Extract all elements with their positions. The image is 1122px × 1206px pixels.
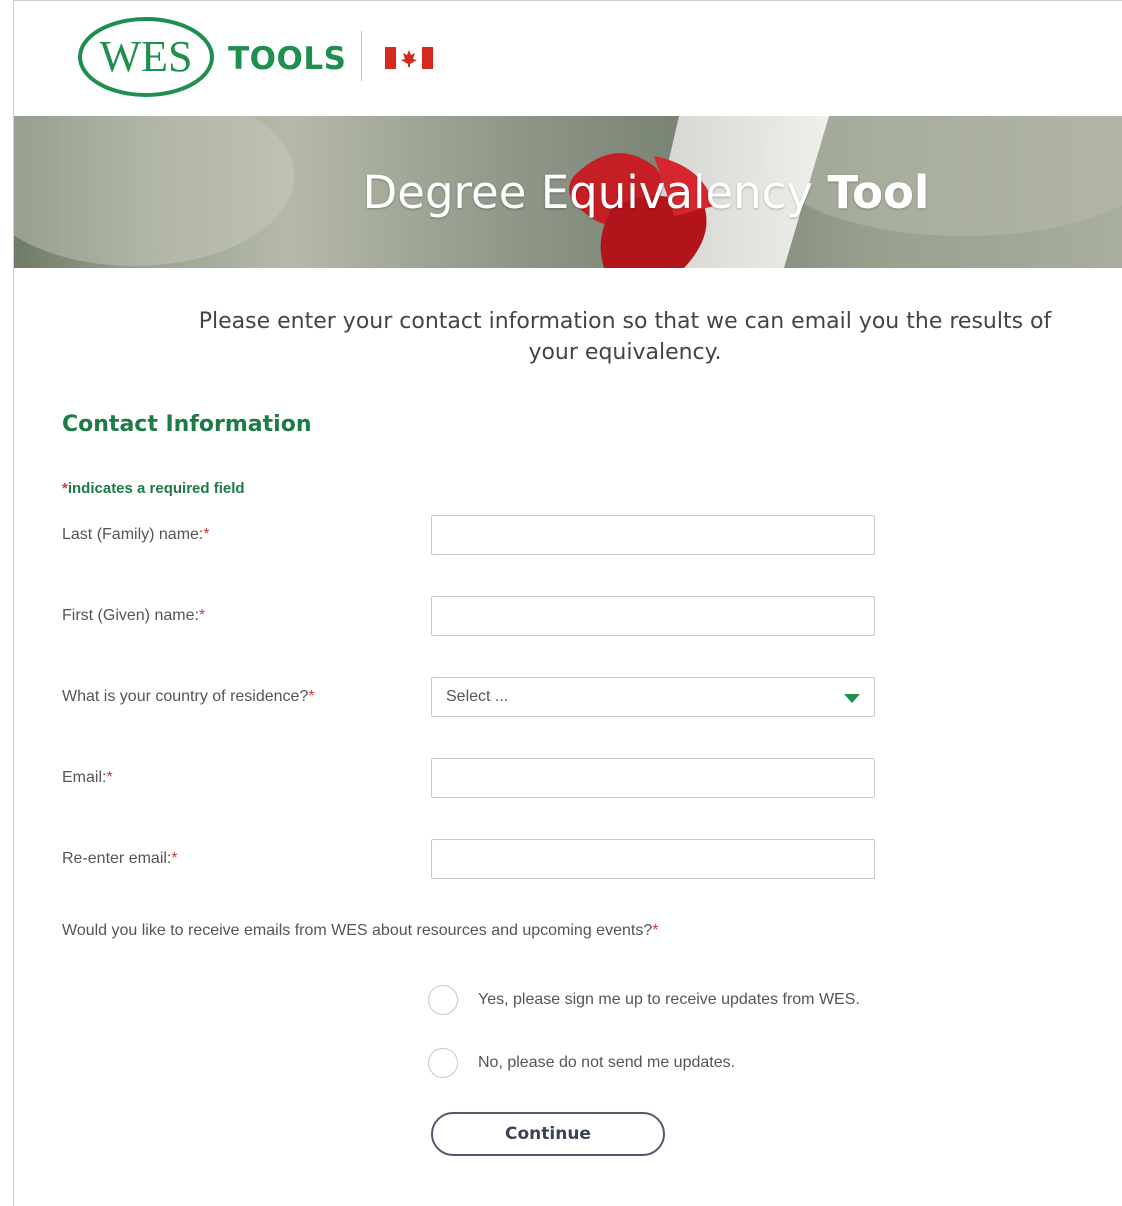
country-select-value: Select ...	[446, 688, 509, 705]
required-star: *	[198, 607, 206, 624]
email-label-text: Email:	[62, 769, 107, 786]
banner-title-light: Degree Equivalency	[362, 166, 814, 219]
section-title: Contact Information	[62, 412, 312, 437]
first-name-label-text: First (Given) name:	[62, 607, 199, 624]
canada-flag-icon	[385, 47, 433, 69]
required-star: *	[308, 688, 315, 705]
first-name-input[interactable]	[431, 596, 875, 636]
banner-title-bold: Tool	[827, 166, 930, 219]
hero-banner: Degree Equivalency Tool	[14, 116, 1122, 268]
tools-label: TOOLS	[228, 41, 347, 77]
radio-yes-label[interactable]: Yes, please sign me up to receive update…	[478, 991, 860, 1009]
continue-button[interactable]: Continue	[431, 1112, 665, 1156]
newsletter-question: Would you like to receive emails from WE…	[62, 922, 658, 940]
last-name-label-text: Last (Family) name:	[62, 526, 204, 543]
last-name-label: Last (Family) name:*	[62, 526, 210, 544]
email-input[interactable]	[431, 758, 875, 798]
required-star: *	[171, 850, 178, 867]
required-star: *	[652, 922, 659, 939]
country-label-text: What is your country of residence?	[62, 688, 309, 705]
country-select[interactable]: Select ...	[431, 677, 875, 717]
required-note-text: indicates a required field	[67, 480, 245, 497]
required-star: *	[203, 526, 210, 543]
chevron-down-icon[interactable]	[844, 694, 860, 703]
reenter-email-label: Re-enter email:*	[62, 850, 178, 868]
intro-text: Please enter your contact information so…	[198, 309, 1052, 365]
last-name-input[interactable]	[431, 515, 875, 555]
banner-title: Degree Equivalency Tool	[14, 166, 1122, 219]
email-label: Email:*	[62, 769, 113, 787]
radio-yes[interactable]	[428, 985, 458, 1015]
required-note: *indicates a required field	[62, 480, 245, 497]
newsletter-question-text: Would you like to receive emails from WE…	[62, 922, 653, 939]
header-divider	[361, 31, 362, 81]
first-name-label: First (Given) name:*	[62, 607, 205, 625]
header: WES TOOLS	[14, 1, 1122, 116]
country-label: What is your country of residence?*	[62, 688, 315, 706]
radio-no[interactable]	[428, 1048, 458, 1078]
wes-logo[interactable]: WES	[76, 15, 216, 99]
radio-no-label[interactable]: No, please do not send me updates.	[478, 1054, 735, 1072]
reenter-email-label-text: Re-enter email:	[62, 850, 172, 867]
wes-logo-text: WES	[100, 32, 193, 81]
required-star: *	[106, 769, 113, 786]
reenter-email-input[interactable]	[431, 839, 875, 879]
